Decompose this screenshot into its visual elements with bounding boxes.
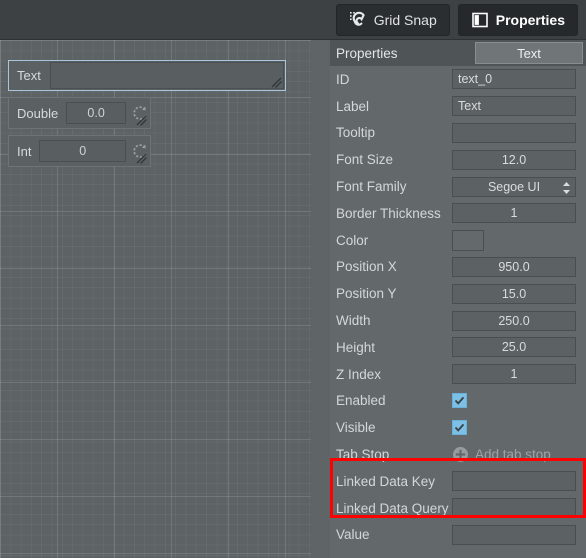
property-row: Visible <box>330 414 586 441</box>
property-input[interactable] <box>452 524 576 545</box>
property-input[interactable] <box>452 122 576 143</box>
property-input[interactable]: 250.0 <box>452 310 576 331</box>
property-value: Text <box>458 99 481 114</box>
property-value: 12.0 <box>501 152 527 167</box>
property-label: Color <box>336 232 369 248</box>
property-input[interactable]: text_0 <box>452 69 576 90</box>
property-row: Font Size 12.0 <box>330 146 586 173</box>
grid-snap-label: Grid Snap <box>373 11 437 28</box>
property-row: Font Family Segoe UI <box>330 173 586 200</box>
property-label: Linked Data Query <box>336 500 449 516</box>
add-tab-stop-label: Add tab stop <box>475 447 551 463</box>
property-value: 250.0 <box>498 313 530 328</box>
property-checkbox[interactable] <box>452 393 467 409</box>
property-dropdown[interactable]: Segoe UI <box>452 176 576 197</box>
property-label: Tab Stop <box>336 447 390 463</box>
property-value: Segoe UI <box>487 179 541 194</box>
property-label: Position X <box>336 259 397 275</box>
property-input[interactable]: 1 <box>452 364 576 385</box>
property-label: Visible <box>336 420 376 436</box>
property-row: Border Thickness 1 <box>330 200 586 227</box>
resize-grip-icon[interactable] <box>269 75 283 89</box>
tab-text[interactable]: Text <box>475 42 583 64</box>
property-row: Width 250.0 <box>330 307 586 334</box>
properties-panel-icon <box>471 12 488 27</box>
canvas-widget-double-label: Double <box>17 105 59 121</box>
property-row: Value <box>330 522 586 549</box>
property-label: Label <box>336 98 370 114</box>
property-value: 25.0 <box>501 340 527 355</box>
color-swatch[interactable] <box>452 229 484 251</box>
canvas-widget-double-value: 0.0 <box>87 106 105 120</box>
canvas-widget-int-value: 0 <box>79 144 87 158</box>
property-label: Font Size <box>336 152 394 168</box>
property-input[interactable]: Text <box>452 96 576 117</box>
property-input[interactable]: 1 <box>452 203 576 224</box>
property-label: Font Family <box>336 179 407 195</box>
properties-rows: ID text_0 Label Text Tooltip Font Size 12.0 Fon… <box>330 66 586 548</box>
property-row: ID text_0 <box>330 66 586 93</box>
property-row: Tooltip <box>330 120 586 147</box>
checkmark-icon <box>454 424 465 432</box>
design-canvas[interactable]: Text Double 0.0 Int 0 <box>0 40 311 558</box>
property-value: 1 <box>510 206 518 221</box>
property-label: Z Index <box>336 366 382 382</box>
property-row: Tab Stop Add tab stop <box>330 441 586 468</box>
property-row: Color <box>330 227 586 254</box>
properties-panel: Properties Text ID text_0 Label Text Tooltip… <box>330 40 586 558</box>
property-row: Linked Data Key <box>330 468 586 495</box>
property-label: Width <box>336 313 371 329</box>
property-value: text_0 <box>458 72 493 87</box>
add-tab-stop-button[interactable]: Add tab stop <box>452 446 551 463</box>
app-root: Grid Snap Properties Text Double 0.0 Int… <box>0 0 586 558</box>
canvas-widget-int-field[interactable]: 0 <box>39 140 126 162</box>
canvas-widget-int-label: Int <box>17 143 32 159</box>
property-row: Height 25.0 <box>330 334 586 361</box>
plus-circle-icon <box>453 447 468 463</box>
properties-panel-header: Properties Text <box>330 40 586 66</box>
property-label: Linked Data Key <box>336 473 436 489</box>
property-input[interactable]: 950.0 <box>452 256 576 277</box>
property-value: 15.0 <box>501 286 527 301</box>
canvas-widget-int[interactable]: Int 0 <box>8 135 151 167</box>
property-label: Border Thickness <box>336 205 441 221</box>
property-input[interactable] <box>452 498 576 519</box>
property-row: Enabled <box>330 388 586 415</box>
stepper-arrows-icon[interactable] <box>562 181 571 195</box>
resize-grip-icon[interactable] <box>134 113 148 127</box>
property-row: Z Index 1 <box>330 361 586 388</box>
property-value: 1 <box>510 367 518 382</box>
canvas-widget-text-field[interactable] <box>49 62 284 89</box>
property-checkbox[interactable] <box>452 420 467 436</box>
property-row: Label Text <box>330 93 586 120</box>
canvas-widget-double[interactable]: Double 0.0 <box>8 97 151 129</box>
property-label: Value <box>336 527 370 543</box>
property-label: Tooltip <box>336 125 376 141</box>
property-label: Height <box>336 339 376 355</box>
property-input[interactable] <box>452 471 576 492</box>
property-row: Linked Data Query <box>330 495 586 522</box>
property-label: Enabled <box>336 393 386 409</box>
property-input[interactable]: 15.0 <box>452 283 576 304</box>
property-row: Position Y 15.0 <box>330 280 586 307</box>
property-label: Position Y <box>336 286 397 302</box>
property-input[interactable]: 12.0 <box>452 149 576 170</box>
properties-panel-title: Properties <box>336 45 398 61</box>
properties-button[interactable]: Properties <box>457 3 578 36</box>
resize-grip-icon[interactable] <box>134 151 148 165</box>
top-toolbar: Grid Snap Properties <box>0 0 586 40</box>
checkmark-icon <box>454 397 465 406</box>
properties-label: Properties <box>495 11 565 28</box>
property-row: Position X 950.0 <box>330 254 586 281</box>
grid-snap-button[interactable]: Grid Snap <box>335 3 450 36</box>
canvas-widget-double-field[interactable]: 0.0 <box>66 102 126 124</box>
canvas-widget-text-label: Text <box>17 68 41 83</box>
grid-snap-magnet-icon <box>349 11 365 26</box>
canvas-widget-text[interactable]: Text <box>8 60 286 91</box>
property-value: 950.0 <box>498 259 530 274</box>
property-input[interactable]: 25.0 <box>452 337 576 358</box>
tab-text-label: Text <box>517 45 541 61</box>
property-label: ID <box>336 71 350 87</box>
